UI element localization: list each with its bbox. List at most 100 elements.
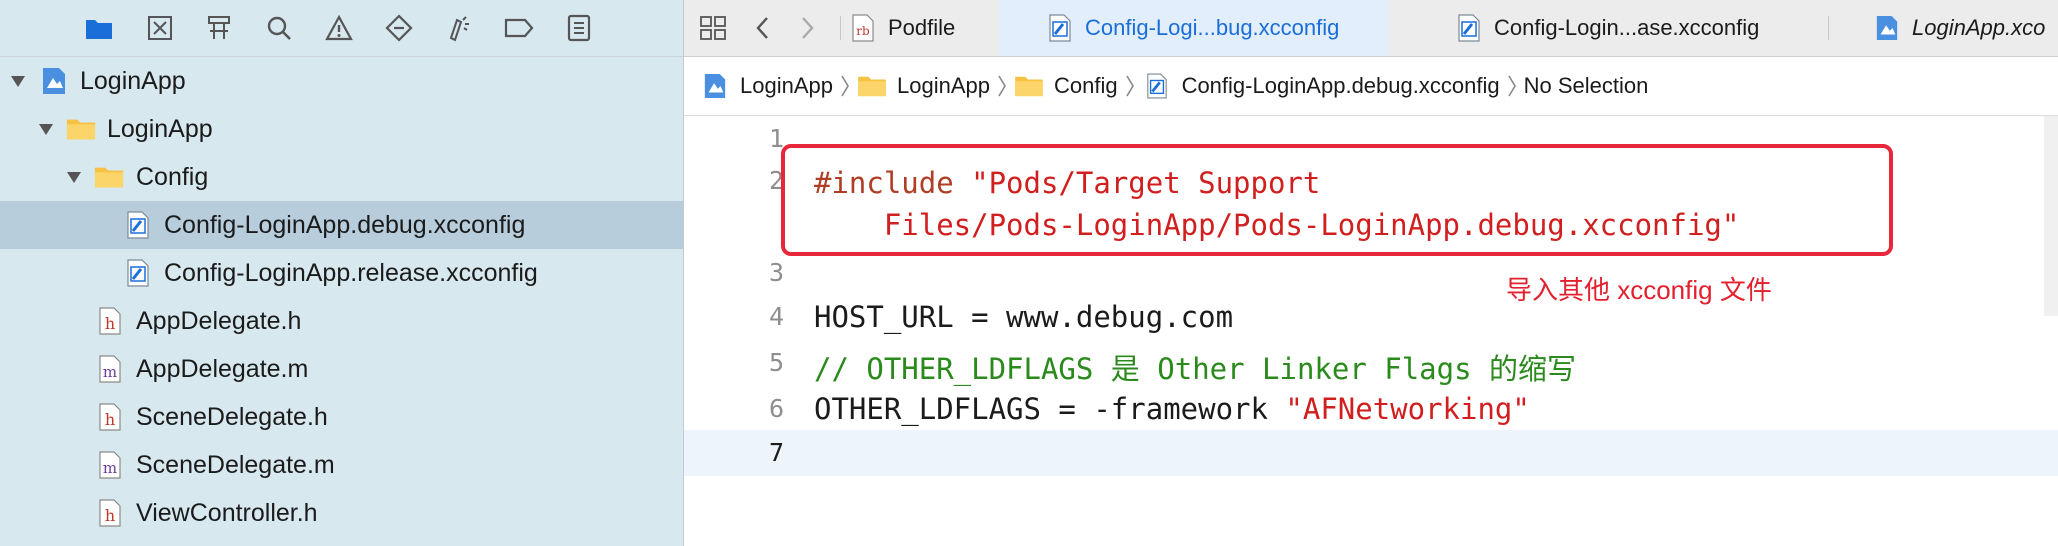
tree-label: Config-LoginApp.release.xcconfig	[164, 259, 538, 287]
tree-label: SceneDelegate.h	[136, 403, 328, 431]
ruby-file-icon: rb	[850, 14, 876, 42]
line-number: 4	[768, 302, 784, 331]
tree-row-file-selected[interactable]: Config-LoginApp.debug.xcconfig	[0, 201, 683, 249]
project-icon	[700, 71, 730, 101]
xcconfig-icon	[123, 258, 153, 288]
source-control-icon[interactable]	[143, 11, 177, 45]
folder-icon	[1014, 71, 1044, 101]
h-file-icon: h	[95, 498, 125, 528]
minimap-strip[interactable]	[2044, 116, 2058, 316]
folder-icon	[857, 71, 887, 101]
line-number-current: 7	[768, 438, 784, 467]
hierarchy-icon[interactable]	[202, 11, 236, 45]
disclosure-open-icon[interactable]	[35, 118, 57, 140]
folder-icon	[66, 114, 96, 144]
tree-row-file[interactable]: m SceneDelegate.m	[0, 441, 683, 489]
tree-row-folder[interactable]: Config	[0, 153, 683, 201]
debug-icon[interactable]	[442, 11, 476, 45]
tree-label: SceneDelegate.m	[136, 451, 335, 479]
disclosure-open-icon[interactable]	[7, 70, 29, 92]
editor-tab-bar: rb Podfile Config-Logi...bug.xcconfig Co…	[684, 0, 2058, 57]
project-icon	[1874, 14, 1900, 42]
tab-project[interactable]: LoginApp.xco	[1874, 0, 2058, 56]
folder-icon[interactable]	[82, 11, 116, 45]
h-file-icon: h	[95, 402, 125, 432]
tab-label: LoginApp.xco	[1912, 15, 2046, 40]
forward-arrow-icon[interactable]	[790, 11, 824, 45]
svg-text:m: m	[103, 459, 117, 477]
tab-release-xcconfig[interactable]: Config-Login...ase.xcconfig	[1456, 0, 1816, 56]
chevron-right-icon	[1125, 74, 1135, 98]
breadcrumb-label: LoginApp	[896, 73, 990, 98]
xcconfig-icon	[1142, 71, 1172, 101]
breadcrumb-label: LoginApp	[740, 73, 833, 98]
svg-text:h: h	[105, 506, 115, 525]
line-number: 3	[768, 258, 784, 287]
breadcrumb-label: Config	[1053, 73, 1118, 98]
chevron-right-icon	[997, 74, 1007, 98]
tree-row-file[interactable]: m AppDelegate.m	[0, 345, 683, 393]
tree-label: Config	[136, 163, 209, 191]
code-line-4: HOST_URL = www.debug.com	[814, 300, 1234, 334]
report-icon[interactable]	[562, 11, 596, 45]
xcconfig-icon	[123, 210, 153, 240]
m-file-icon: m	[95, 354, 125, 384]
tree-label: LoginApp	[80, 67, 186, 95]
svg-text:h: h	[105, 410, 115, 429]
ldflags-assignment: OTHER_LDFLAGS = -framework	[814, 392, 1286, 426]
tree-row-project[interactable]: LoginApp	[0, 57, 683, 105]
svg-text:h: h	[105, 314, 115, 333]
m-file-icon: m	[95, 450, 125, 480]
tab-debug-xcconfig[interactable]: Config-Logi...bug.xcconfig	[999, 0, 1389, 56]
search-icon[interactable]	[262, 11, 296, 45]
warning-icon[interactable]	[322, 11, 356, 45]
project-navigator: LoginApp LoginApp Config Config-LoginApp…	[0, 0, 684, 546]
code-line-6: OTHER_LDFLAGS = -framework "AFNetworking…	[814, 392, 1530, 426]
annotation-text: 导入其他 xcconfig 文件	[1506, 275, 1772, 305]
tree-label: Config-LoginApp.debug.xcconfig	[164, 211, 526, 239]
back-arrow-icon[interactable]	[746, 11, 780, 45]
line-number: 1	[768, 124, 784, 153]
tab-label: Config-Login...ase.xcconfig	[1494, 15, 1760, 40]
current-line-highlight	[684, 430, 2058, 476]
tab-separator	[1828, 16, 1829, 40]
jump-bar: LoginApp LoginApp Config Config-LoginApp…	[684, 57, 2058, 116]
breadcrumb-label: Config-LoginApp.debug.xcconfig	[1181, 73, 1500, 98]
xcconfig-icon	[1047, 14, 1073, 42]
tab-label: Config-Logi...bug.xcconfig	[1085, 15, 1340, 40]
h-file-icon: h	[95, 306, 125, 336]
tree-label: AppDelegate.h	[136, 307, 302, 335]
tree-row-file[interactable]: h ViewController.h	[0, 489, 683, 537]
grid-icon[interactable]	[696, 11, 730, 45]
breadcrumb-folder[interactable]: Config	[1014, 71, 1118, 101]
code-line-5-comment: // OTHER_LDFLAGS 是 Other Linker Flags 的缩…	[814, 352, 1577, 386]
tree-row-file[interactable]: h SceneDelegate.h	[0, 393, 683, 441]
breadcrumb-folder[interactable]: LoginApp	[857, 71, 990, 101]
breadcrumb-label: No Selection	[1523, 73, 1649, 98]
line-number: 5	[768, 348, 784, 377]
tab-label: Podfile	[888, 15, 956, 40]
line-number: 2	[768, 166, 784, 195]
tab-separator	[840, 16, 841, 40]
svg-text:m: m	[103, 363, 117, 381]
chevron-right-icon	[1507, 74, 1517, 98]
tree-row-folder[interactable]: LoginApp	[0, 105, 683, 153]
chevron-right-icon	[840, 74, 850, 98]
breadcrumb-file[interactable]: Config-LoginApp.debug.xcconfig	[1142, 71, 1500, 101]
tree-row-file[interactable]: h AppDelegate.h	[0, 297, 683, 345]
tab-podfile[interactable]: rb Podfile	[850, 0, 1020, 56]
breakpoint-icon[interactable]	[502, 11, 536, 45]
tree-row-file[interactable]: Config-LoginApp.release.xcconfig	[0, 249, 683, 297]
disclosure-open-icon[interactable]	[63, 166, 85, 188]
navigator-toolbar	[0, 0, 683, 57]
test-icon[interactable]	[382, 11, 416, 45]
svg-text:rb: rb	[856, 24, 870, 38]
tree-label: ViewController.h	[136, 499, 318, 527]
tree-label: LoginApp	[107, 115, 213, 143]
tree-label: AppDelegate.m	[136, 355, 309, 383]
framework-string: "AFNetworking"	[1285, 392, 1530, 426]
breadcrumb-no-selection[interactable]: No Selection	[1524, 73, 1649, 99]
annotation-highlight-box	[781, 144, 1893, 256]
breadcrumb-project[interactable]: LoginApp	[700, 71, 833, 101]
xcconfig-icon	[1456, 14, 1482, 42]
